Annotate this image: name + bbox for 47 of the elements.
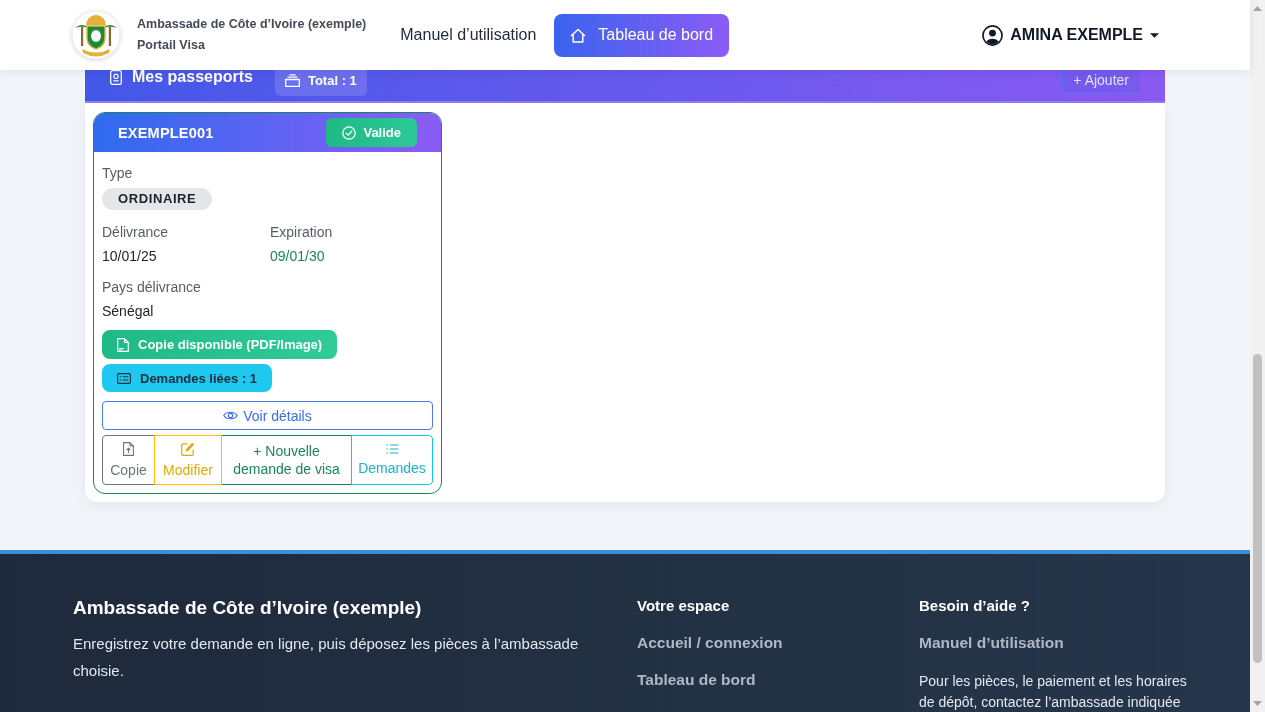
user-circle-icon [982, 24, 1004, 46]
details-button[interactable]: Voir détails [102, 401, 433, 430]
list-icon [385, 443, 399, 454]
eye-icon [223, 410, 239, 421]
check-circle-icon [342, 125, 357, 140]
pdf-file-icon [117, 337, 129, 352]
action-button[interactable]: Demandes [351, 435, 433, 485]
scroll-up-icon[interactable] [1253, 6, 1262, 11]
footer-heading: Besoin d’aide ? [919, 596, 1030, 616]
footer-link[interactable]: Accueil / connexion [637, 633, 783, 653]
field-value: Sénégal [102, 302, 154, 320]
footer-title: Ambassade de Côte d’Ivoire (exemple) [73, 596, 422, 620]
footer-link[interactable]: Tableau de bord [637, 670, 756, 690]
passport-number: EXEMPLE001 [118, 124, 214, 141]
action-button[interactable]: Copie [102, 435, 155, 485]
field-value: 09/01/30 [270, 247, 325, 265]
scrollbar[interactable] [1250, 0, 1265, 712]
file-arrow-icon [123, 441, 134, 456]
copy-label: Copie disponible (PDF/Image) [138, 337, 323, 352]
footer-link[interactable]: Manuel d’utilisation [919, 633, 1064, 653]
footer-description: Enregistrez votre demande en ligne, puis déposez les pièces à l’ambassade choisie. [73, 634, 580, 681]
nav-link[interactable]: Manuel d’utilisation [392, 16, 545, 54]
field-label: Pays délivrance [102, 278, 201, 296]
id-card-icon [117, 372, 131, 384]
type-tag: ORDINAIRE [102, 188, 213, 210]
footer-note: Pour les pièces, le paiement et les horaires de dépôt, contactez l’ambassade indiquée [919, 672, 1188, 712]
brand-subtitle: Portail Visa [137, 38, 206, 53]
user-menu[interactable]: AMINA EXEMPLE [982, 20, 1159, 50]
field-label: Expiration [270, 223, 333, 241]
brand-name: Ambassade de Côte d’Ivoire (exemple) [137, 17, 367, 32]
footer-heading: Votre espace [637, 596, 730, 616]
scroll-down-icon[interactable] [1253, 701, 1262, 706]
field-label: Délivrance [102, 223, 169, 241]
requests-label: Demandes liées : 1 [140, 370, 258, 386]
section-title: Mes passeports [132, 68, 253, 86]
caret-icon [1150, 32, 1159, 38]
nav-button[interactable]: Tableau de bord [554, 13, 730, 57]
scrollbar-thumb[interactable] [1253, 354, 1262, 663]
emblem-icon[interactable] [71, 10, 121, 60]
field-value: 10/01/25 [102, 247, 157, 265]
total-label: Total : 1 [307, 72, 357, 88]
status-label: Valide [363, 125, 401, 140]
action-button[interactable]: + Nouvelle demande de visa [221, 435, 352, 485]
field-label: Type [102, 164, 133, 182]
box-icon [284, 73, 300, 87]
house-icon [570, 27, 587, 43]
pencil-icon [181, 441, 195, 456]
